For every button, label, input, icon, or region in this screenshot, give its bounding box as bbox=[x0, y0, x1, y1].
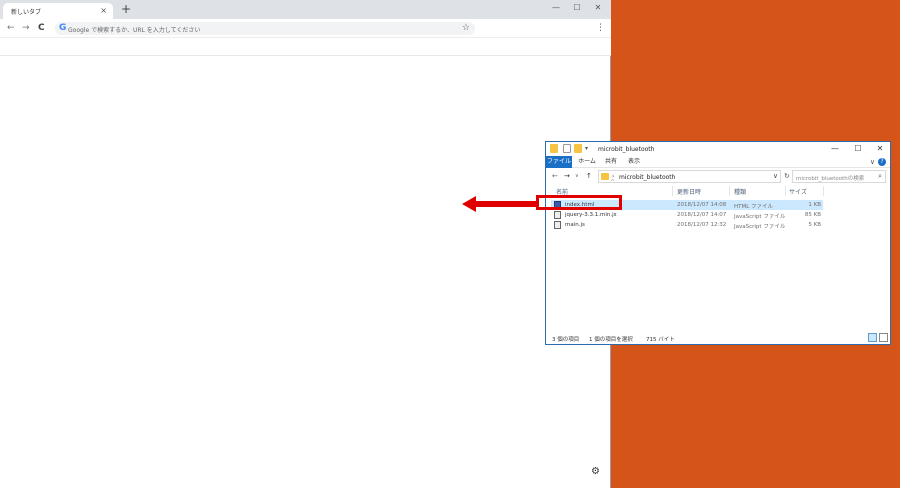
new-folder-icon[interactable] bbox=[574, 144, 582, 153]
explorer-title: microbit_bluetooth bbox=[598, 146, 655, 153]
explorer-maximize-button[interactable]: ☐ bbox=[852, 144, 864, 154]
explorer-address-bar[interactable]: › microbit_bluetooth ∨ bbox=[598, 170, 781, 183]
status-selected-size: 715 バイト bbox=[646, 337, 675, 343]
refresh-icon[interactable]: ↻ bbox=[784, 172, 790, 180]
file-date: 2018/12/07 14:07 bbox=[677, 212, 727, 218]
ribbon-tabs: ファイル ホーム 共有 表示 ∨ ? bbox=[546, 156, 890, 168]
file-size: 85 KB bbox=[804, 212, 821, 218]
file-type: HTML ファイル bbox=[734, 204, 774, 210]
tab-close-icon[interactable]: × bbox=[100, 6, 107, 16]
explorer-titlebar: ▾ microbit_bluetooth — ☐ ✕ bbox=[546, 142, 890, 156]
maximize-button[interactable]: ☐ bbox=[571, 3, 583, 13]
bookmark-star-icon[interactable]: ☆ bbox=[462, 22, 470, 35]
nav-up-icon[interactable]: ↑ bbox=[586, 172, 592, 181]
tab-new-tab[interactable]: 新しいタブ × bbox=[3, 3, 113, 19]
column-divider[interactable] bbox=[785, 186, 786, 196]
chrome-window: 新しいタブ × + — ☐ ✕ ← → C G Google で検索するか、UR… bbox=[0, 0, 611, 488]
drag-arrow-indicator bbox=[462, 196, 538, 212]
explorer-close-button[interactable]: ✕ bbox=[874, 144, 886, 154]
column-divider[interactable] bbox=[823, 186, 824, 196]
bookmarks-bar bbox=[0, 38, 611, 56]
sort-indicator-icon: ^ bbox=[610, 179, 616, 186]
tab-file[interactable]: ファイル bbox=[546, 156, 572, 168]
file-type: JavaScript ファイル bbox=[734, 214, 786, 220]
js-file-icon bbox=[554, 221, 561, 229]
large-icons-view-icon[interactable] bbox=[879, 333, 888, 342]
file-name: main.js bbox=[565, 222, 585, 228]
address-folder-icon bbox=[601, 173, 609, 180]
folder-icon bbox=[550, 144, 558, 153]
explorer-status-bar: 3 個の項目 1 個の項目を選択 715 バイト bbox=[546, 330, 890, 345]
forward-icon[interactable]: → bbox=[22, 23, 30, 34]
column-header-type[interactable]: 種類 bbox=[734, 187, 746, 196]
search-icon[interactable]: ⌕ bbox=[878, 172, 882, 181]
file-type: JavaScript ファイル bbox=[734, 224, 786, 230]
quick-access-dropdown-icon[interactable]: ▾ bbox=[585, 144, 591, 153]
tab-title: 新しいタブ bbox=[11, 9, 42, 16]
status-selected: 1 個の項目を選択 bbox=[589, 337, 633, 343]
file-name: jquery-3.3.1.min.js bbox=[565, 212, 617, 218]
search-placeholder: microbit_bluetoothの検索 bbox=[796, 176, 865, 182]
file-row-main-js[interactable]: main.js 2018/12/07 12:32 JavaScript ファイル… bbox=[551, 220, 823, 230]
nav-recent-icon[interactable]: ∨ bbox=[575, 172, 579, 181]
tab-home[interactable]: ホーム bbox=[576, 156, 598, 168]
new-tab-button[interactable]: + bbox=[121, 3, 131, 16]
column-header-size[interactable]: サイズ bbox=[789, 187, 807, 196]
js-file-icon bbox=[554, 211, 561, 219]
nav-back-icon[interactable]: ← bbox=[552, 172, 558, 181]
file-date: 2018/12/07 14:08 bbox=[677, 202, 727, 208]
file-explorer-window: ▾ microbit_bluetooth — ☐ ✕ ファイル ホーム 共有 表… bbox=[545, 141, 891, 345]
explorer-search-field[interactable]: microbit_bluetoothの検索 ⌕ bbox=[792, 170, 886, 183]
column-header-date[interactable]: 更新日時 bbox=[677, 187, 701, 196]
help-icon[interactable]: ? bbox=[878, 158, 886, 166]
properties-icon[interactable] bbox=[563, 144, 571, 153]
address-path: microbit_bluetooth bbox=[619, 174, 676, 181]
minimize-button[interactable]: — bbox=[550, 3, 562, 13]
tab-strip: 新しいタブ × + — ☐ ✕ bbox=[0, 0, 611, 19]
file-date: 2018/12/07 12:32 bbox=[677, 222, 727, 228]
browser-toolbar: ← → C G Google で検索するか、URL を入力してください ☆ ⋮ bbox=[0, 19, 611, 38]
column-divider[interactable] bbox=[729, 186, 730, 196]
google-icon: G bbox=[59, 23, 67, 33]
column-divider[interactable] bbox=[672, 186, 673, 196]
file-size: 1 KB bbox=[808, 202, 821, 208]
close-button[interactable]: ✕ bbox=[592, 3, 604, 13]
address-dropdown-icon[interactable]: ∨ bbox=[773, 172, 778, 180]
tab-view[interactable]: 表示 bbox=[625, 156, 643, 168]
reload-icon[interactable]: C bbox=[38, 23, 45, 34]
explorer-minimize-button[interactable]: — bbox=[829, 144, 841, 154]
status-item-count: 3 個の項目 bbox=[552, 337, 580, 343]
address-bar-placeholder: Google で検索するか、URL を入力してください bbox=[68, 27, 201, 34]
file-size: 5 KB bbox=[808, 222, 821, 228]
customize-gear-icon[interactable]: ⚙ bbox=[591, 466, 600, 477]
back-icon[interactable]: ← bbox=[7, 23, 15, 34]
nav-forward-icon[interactable]: → bbox=[564, 172, 570, 181]
file-row-jquery[interactable]: jquery-3.3.1.min.js 2018/12/07 14:07 Jav… bbox=[551, 210, 823, 220]
details-view-icon[interactable] bbox=[868, 333, 877, 342]
address-bar[interactable]: G Google で検索するか、URL を入力してください ☆ bbox=[55, 22, 475, 35]
explorer-address-row: ← → ∨ ↑ › microbit_bluetooth ∨ ↻ microbi… bbox=[546, 169, 890, 184]
ribbon-expand-icon[interactable]: ∨ bbox=[870, 157, 875, 167]
menu-icon[interactable]: ⋮ bbox=[596, 23, 605, 34]
highlight-box bbox=[536, 195, 622, 210]
tab-share[interactable]: 共有 bbox=[602, 156, 620, 168]
